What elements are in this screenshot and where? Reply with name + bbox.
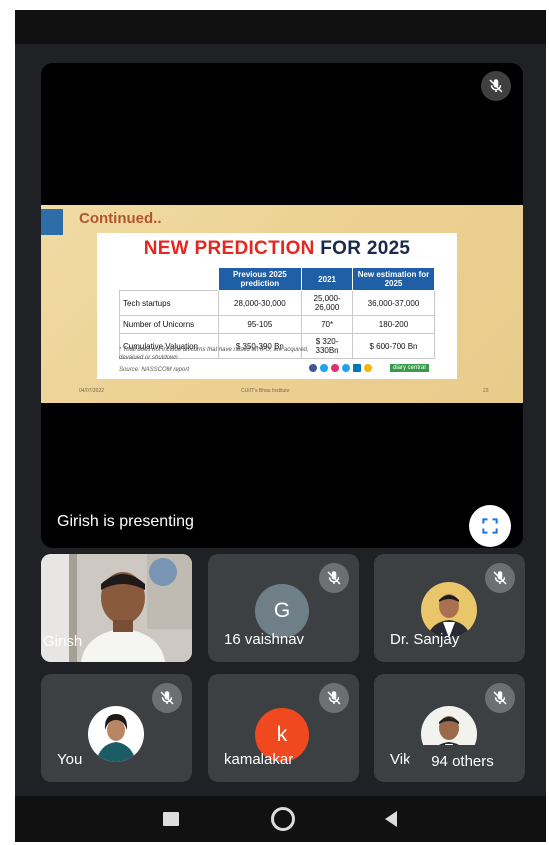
participant-name: You xyxy=(57,751,83,768)
telegram-icon xyxy=(342,364,350,372)
slide-footer-date: 04/07/2022 xyxy=(79,388,105,394)
mic-off-icon xyxy=(319,563,349,593)
others-count-pill[interactable]: 94 others xyxy=(409,745,516,777)
participant-tile-you[interactable]: You xyxy=(41,674,192,782)
linkedin-icon xyxy=(353,364,361,372)
slide-card: NEW PREDICTION FOR 2025 Previous 2025 pr… xyxy=(97,233,457,379)
slide-heading: Continued.. xyxy=(79,210,162,227)
participant-name: 16 vaishnav xyxy=(224,631,305,648)
mic-off-icon xyxy=(481,71,511,101)
slide-title: NEW PREDICTION FOR 2025 xyxy=(97,238,457,260)
table-cell: 28,000-30,000 xyxy=(217,290,303,316)
table-cell: 95-105 xyxy=(217,315,303,334)
slide-footer-center: CUIIT's Bhau Institute xyxy=(241,388,290,394)
presenting-status: Girish is presenting xyxy=(57,513,194,530)
slide-accent-bar xyxy=(41,209,63,235)
participant-name: Dr. Sanjay xyxy=(390,631,460,648)
avatar xyxy=(421,582,477,638)
table-cell: Number of Unicorns xyxy=(119,315,219,334)
table-header-cell xyxy=(120,268,219,291)
slide-title-red: NEW PREDICTION xyxy=(143,238,315,259)
mic-off-icon xyxy=(485,563,515,593)
table-cell: 70* xyxy=(301,315,353,334)
twitter-icon xyxy=(320,364,328,372)
mic-off-icon xyxy=(485,683,515,713)
participant-tile-kamalakar[interactable]: k kamalakar xyxy=(208,674,359,782)
mic-off-icon xyxy=(319,683,349,713)
fullscreen-button[interactable] xyxy=(469,505,511,547)
slide-footnote: * Total does not include unicorns that h… xyxy=(119,347,309,361)
table-cell: Tech startups xyxy=(119,290,219,316)
home-button[interactable] xyxy=(271,807,295,831)
slide-title-dark: FOR 2025 xyxy=(314,238,411,259)
android-nav-bar xyxy=(15,796,546,842)
social-icons xyxy=(309,364,372,372)
avatar: G xyxy=(255,584,309,638)
recents-button[interactable] xyxy=(163,812,179,826)
fullscreen-icon xyxy=(482,518,498,534)
table-header-cell: Previous 2025 prediction xyxy=(217,267,303,291)
meeting-screen: Continued.. NEW PREDICTION FOR 2025 Prev… xyxy=(15,10,546,842)
participant-name: Vik xyxy=(390,751,411,768)
presentation-tile[interactable]: Continued.. NEW PREDICTION FOR 2025 Prev… xyxy=(41,63,523,548)
slide-footer-page: 23 xyxy=(483,388,489,394)
instagram-icon xyxy=(331,364,339,372)
table-cell: 36,000-37,000 xyxy=(351,290,436,316)
participant-name: kamalakar xyxy=(224,751,294,768)
participant-tile-vaishnav[interactable]: G 16 vaishnav xyxy=(208,554,359,662)
facebook-icon xyxy=(309,364,317,372)
table-row: Tech startups 28,000-30,000 25,000-26,00… xyxy=(119,290,436,316)
table-cell: 25,000-26,000 xyxy=(301,290,353,316)
back-button[interactable] xyxy=(383,810,399,828)
mic-off-icon xyxy=(152,683,182,713)
table-header-cell: New estimation for 2025 xyxy=(351,267,436,291)
table-header-row: Previous 2025 prediction 2021 New estima… xyxy=(120,267,436,291)
table-header-cell: 2021 xyxy=(301,267,353,291)
web-icon xyxy=(364,364,372,372)
slide-source: Source: NASSCOM report xyxy=(119,367,190,373)
avatar xyxy=(88,706,144,762)
participant-name: Girish xyxy=(43,633,83,650)
participant-tile-sanjay[interactable]: Dr. Sanjay xyxy=(374,554,525,662)
table-row: Number of Unicorns 95-105 70* 180-200 xyxy=(119,315,436,334)
table-cell: 180-200 xyxy=(351,315,436,334)
brand-badge: diary central xyxy=(390,364,429,372)
status-bar xyxy=(15,10,546,44)
participant-tile-girish[interactable]: Girish xyxy=(41,554,192,662)
shared-slide: Continued.. NEW PREDICTION FOR 2025 Prev… xyxy=(41,205,523,403)
table-cell: $ 600-700 Bn xyxy=(351,333,436,359)
